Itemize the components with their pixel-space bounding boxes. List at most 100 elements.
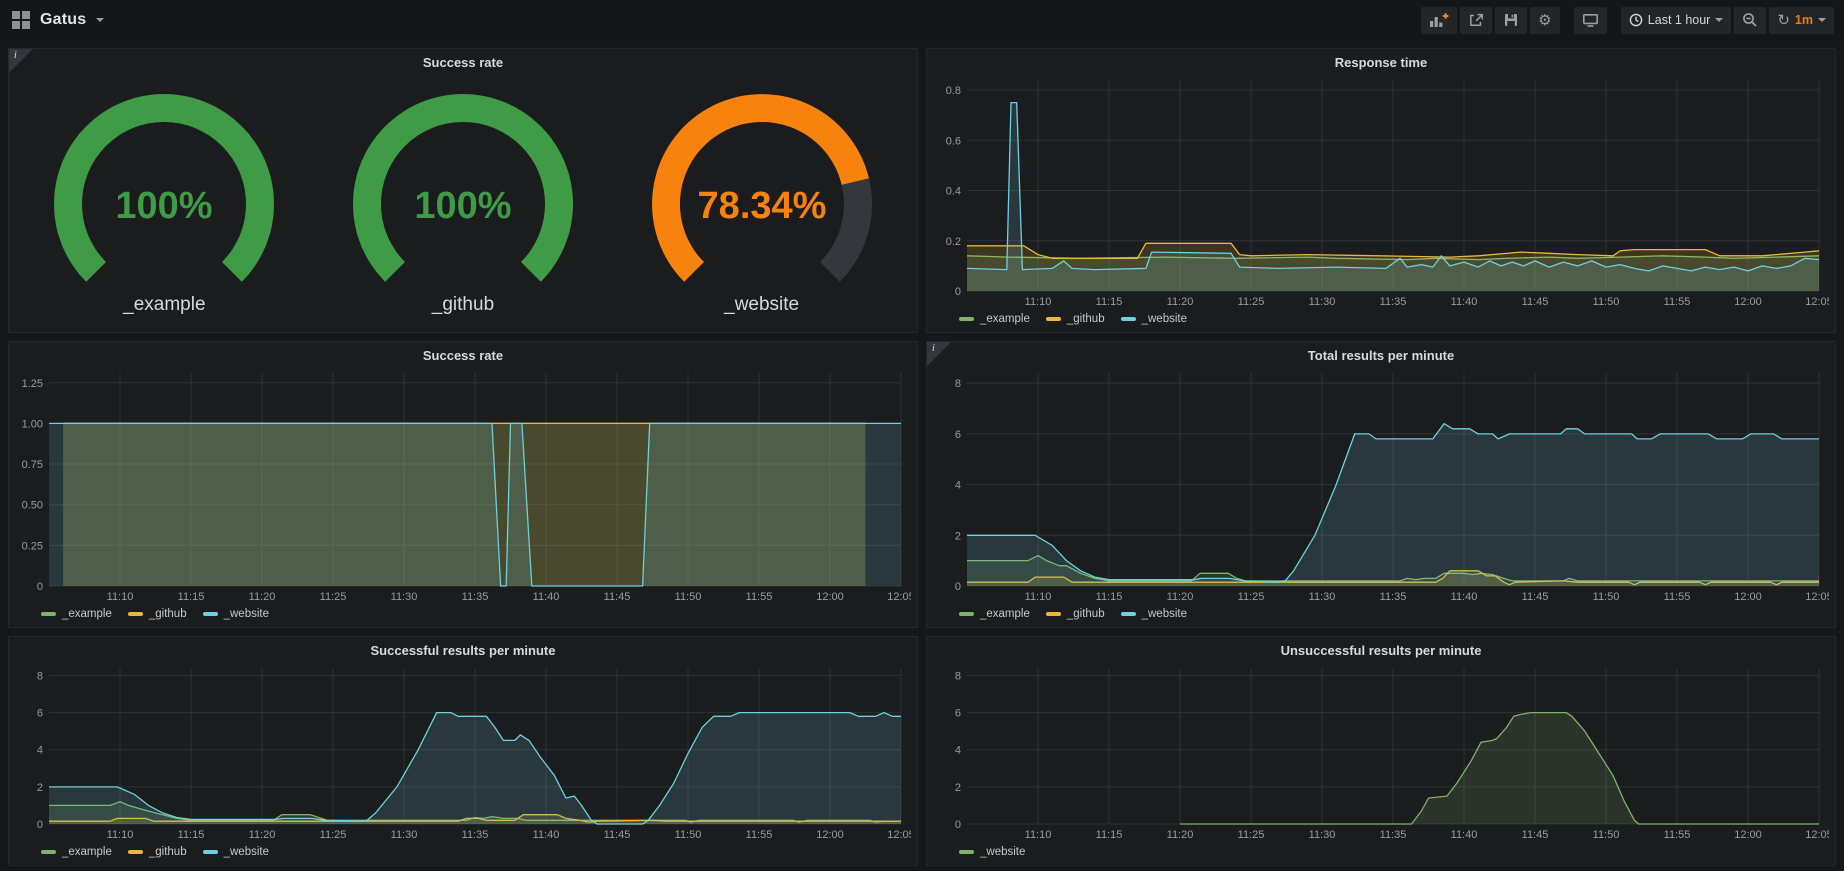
svg-text:11:20: 11:20 — [1167, 591, 1194, 603]
legend-swatch — [1046, 612, 1061, 616]
svg-text:6: 6 — [955, 708, 961, 720]
svg-text:11:30: 11:30 — [1309, 829, 1336, 841]
series-area-_website — [1180, 713, 1819, 824]
svg-text:11:45: 11:45 — [1522, 296, 1549, 308]
time-range-label: Last 1 hour — [1648, 13, 1711, 27]
legend-label: _website — [224, 608, 269, 620]
legend-item-_website[interactable]: _website — [1121, 608, 1187, 620]
svg-text:12:00: 12:00 — [816, 829, 844, 841]
legend-swatch — [1121, 317, 1136, 321]
gauge-value: 100% — [116, 185, 213, 227]
gauge-row: 100%_example100%_github78.34%_website — [15, 72, 911, 329]
svg-text:11:35: 11:35 — [1380, 829, 1407, 841]
success-rate-chart[interactable]: 00.250.500.751.001.2511:1011:1511:2011:2… — [15, 365, 911, 604]
svg-text:12:00: 12:00 — [1734, 591, 1762, 603]
legend-swatch — [1121, 612, 1136, 616]
legend-item-_github[interactable]: _github — [1046, 608, 1105, 620]
legend-label: _github — [149, 846, 187, 858]
zoom-out-button[interactable] — [1734, 7, 1766, 34]
gauge-value: 78.34% — [697, 185, 826, 227]
svg-text:11:25: 11:25 — [320, 829, 347, 841]
legend: _example _github _website — [15, 604, 911, 624]
svg-text:0.4: 0.4 — [946, 186, 961, 198]
panel-title[interactable]: Unsuccessful results per minute — [933, 641, 1829, 660]
svg-text:11:15: 11:15 — [1096, 591, 1123, 603]
legend-swatch — [959, 850, 974, 854]
legend-item-_website[interactable]: _website — [959, 846, 1025, 858]
panel-title[interactable]: Successful results per minute — [15, 641, 911, 660]
svg-text:11:55: 11:55 — [1664, 591, 1691, 603]
legend: _example _github _website — [15, 842, 911, 862]
svg-text:0: 0 — [955, 581, 961, 593]
svg-text:11:30: 11:30 — [391, 591, 418, 603]
svg-text:0.2: 0.2 — [946, 236, 961, 248]
total-results-chart[interactable]: 0246811:1011:1511:2011:2511:3011:3511:40… — [933, 365, 1829, 604]
svg-text:11:10: 11:10 — [1025, 296, 1052, 308]
svg-text:11:40: 11:40 — [1451, 296, 1478, 308]
legend-item-_example[interactable]: _example — [959, 608, 1030, 620]
successful-results-chart[interactable]: 0246811:1011:1511:2011:2511:3011:3511:40… — [15, 660, 911, 842]
legend-item-_example[interactable]: _example — [41, 608, 112, 620]
legend-swatch — [203, 612, 218, 616]
tv-mode-button[interactable] — [1574, 7, 1607, 34]
navbar: Gatus ⚙ — [0, 0, 1844, 40]
unsuccessful-results-chart[interactable]: 0246811:1011:1511:2011:2511:3011:3511:40… — [933, 660, 1829, 842]
legend: _example _github _website — [933, 309, 1829, 329]
dashboard-title[interactable]: Gatus — [40, 11, 86, 29]
panel-title[interactable]: Response time — [933, 53, 1829, 72]
panel-title[interactable]: Total results per minute — [933, 346, 1829, 365]
info-icon[interactable]: i — [932, 343, 935, 354]
panel-title[interactable]: Success rate — [15, 53, 911, 72]
svg-text:0.6: 0.6 — [946, 135, 961, 147]
save-button[interactable] — [1495, 7, 1527, 34]
legend-item-_website[interactable]: _website — [203, 846, 269, 858]
legend: _website — [933, 842, 1829, 862]
add-panel-button[interactable] — [1421, 7, 1457, 34]
panel-title[interactable]: Success rate — [15, 346, 911, 365]
legend-label: _github — [149, 608, 187, 620]
panel-info-icon[interactable] — [927, 342, 951, 366]
refresh-icon: ↻ — [1777, 13, 1790, 28]
legend-item-_website[interactable]: _website — [203, 608, 269, 620]
svg-text:11:45: 11:45 — [604, 829, 631, 841]
grid-square — [12, 11, 20, 19]
svg-text:11:20: 11:20 — [1167, 829, 1194, 841]
panel-unsuccessful-results: Unsuccessful results per minute 0246811:… — [926, 636, 1836, 866]
response-time-chart[interactable]: 00.20.40.60.811:1011:1511:2011:2511:3011… — [933, 72, 1829, 309]
panel-response-time: Response time 00.20.40.60.811:1011:1511:… — [926, 48, 1836, 333]
svg-text:11:45: 11:45 — [604, 591, 631, 603]
legend-item-_example[interactable]: _example — [41, 846, 112, 858]
svg-text:11:25: 11:25 — [1238, 829, 1265, 841]
settings-button[interactable]: ⚙ — [1530, 7, 1560, 34]
panel-info-icon[interactable] — [9, 49, 33, 73]
legend-swatch — [959, 612, 974, 616]
svg-text:8: 8 — [37, 670, 43, 682]
info-icon[interactable]: i — [14, 50, 17, 61]
legend-item-_github[interactable]: _github — [1046, 313, 1105, 325]
svg-text:11:45: 11:45 — [1522, 591, 1549, 603]
refresh-button[interactable]: ↻ 1m — [1769, 7, 1834, 34]
svg-text:11:20: 11:20 — [1167, 296, 1194, 308]
legend-item-_github[interactable]: _github — [128, 608, 187, 620]
bar-chart-plus-icon — [1429, 12, 1449, 28]
legend-item-_website[interactable]: _website — [1121, 313, 1187, 325]
dashboard-grid-icon[interactable] — [12, 11, 30, 29]
gauge-_website: 78.34%_website — [614, 86, 910, 316]
grid-square — [22, 11, 30, 19]
chevron-down-icon — [1818, 18, 1826, 22]
time-range-button[interactable]: Last 1 hour — [1621, 7, 1732, 34]
legend-swatch — [203, 850, 218, 854]
svg-text:11:40: 11:40 — [533, 829, 560, 841]
legend-item-_example[interactable]: _example — [959, 313, 1030, 325]
svg-text:11:40: 11:40 — [1451, 591, 1478, 603]
share-button[interactable] — [1460, 7, 1492, 34]
svg-text:11:30: 11:30 — [391, 829, 418, 841]
svg-text:11:55: 11:55 — [1664, 829, 1691, 841]
series-area-_website — [49, 423, 901, 586]
legend-item-_github[interactable]: _github — [128, 846, 187, 858]
gauge-arc: 78.34% — [622, 86, 902, 292]
svg-text:11:10: 11:10 — [1025, 591, 1052, 603]
svg-text:11:10: 11:10 — [1025, 829, 1052, 841]
svg-text:2: 2 — [955, 782, 961, 794]
chevron-down-icon[interactable] — [96, 18, 104, 22]
